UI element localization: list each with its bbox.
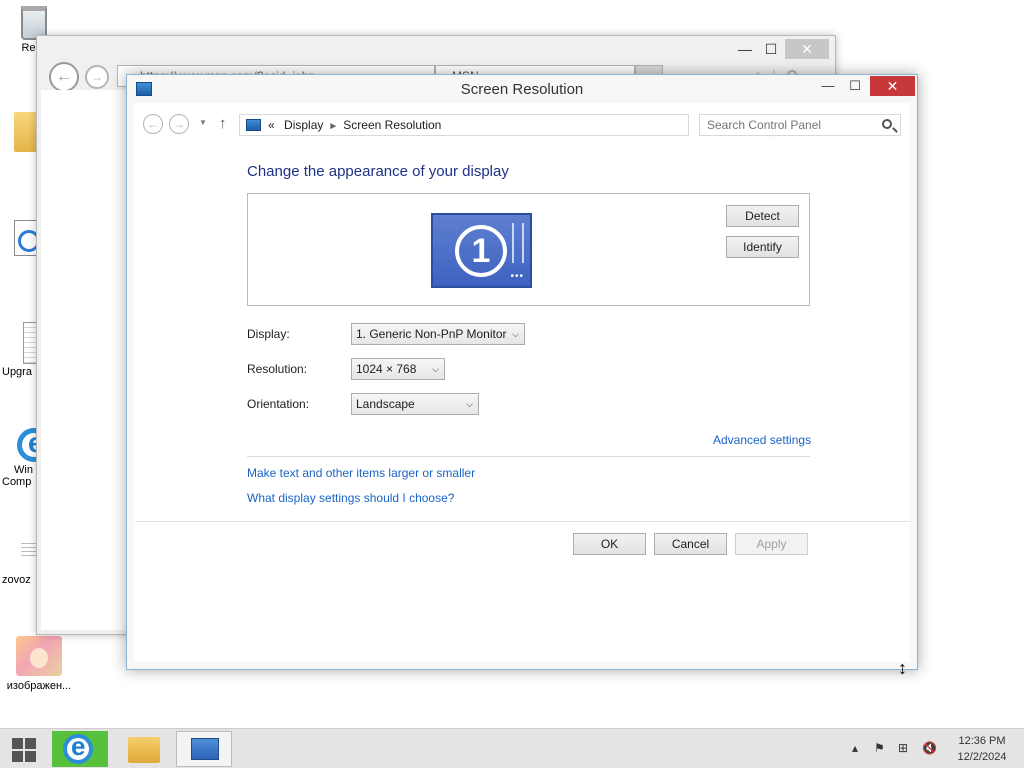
breadcrumb-path: « Display ► Screen Resolution [268,118,441,132]
resolution-select-value: 1024 × 768 [356,362,417,376]
chevron-right-icon: ► [328,121,339,132]
start-button[interactable] [6,734,42,764]
internet-explorer-icon [63,731,93,764]
monitor-taskbar-graphic [512,223,524,263]
breadcrumb-overflow[interactable]: « [268,118,275,132]
windows-logo-icon [25,751,36,762]
advanced-settings-link[interactable]: Advanced settings [713,433,811,447]
taskbar-control-panel[interactable] [176,731,232,767]
display-help-link[interactable]: What display settings should I choose? [247,491,454,505]
taskbar-file-explorer[interactable] [116,731,172,767]
orientation-select[interactable]: Landscape ⌵ [351,393,479,415]
page-title: Change the appearance of your display [247,163,509,180]
clock-time: 12:36 PM [958,735,1006,747]
apply-button: Apply [735,533,808,555]
image-file-icon [16,636,62,676]
taskbar-internet-explorer[interactable] [52,731,108,767]
monitor-1-tile[interactable]: 1 ••• [431,213,532,288]
chevron-down-icon: ⌵ [466,399,473,409]
display-label: Display: [247,327,290,341]
desktop-icon-label: изображен... [6,680,72,692]
windows-logo-icon [12,738,23,749]
display-select-value: 1. Generic Non-PnP Monitor [356,327,507,341]
minimize-button[interactable]: — [815,76,841,96]
system-clock[interactable]: 12:36 PM 12/2/2024 [944,733,1020,765]
breadcrumb[interactable]: « Display►Screen Resolution ⌵ ↻ [239,114,788,137]
ok-button[interactable]: OK [573,533,646,555]
windows-logo-icon [12,751,23,762]
action-center-flag-icon[interactable]: ⚑ [874,741,885,755]
text-size-link[interactable]: Make text and other items larger or smal… [247,466,475,480]
resolution-select[interactable]: 1024 × 768 ⌵ [351,358,445,380]
back-button[interactable]: ← [143,114,163,134]
desktop-icon-image[interactable]: изображен... [0,636,78,692]
navigation-bar: ← → ▼ ↑ « Display►Screen Resolution ⌵ ↻ [135,109,911,139]
recent-pages-dropdown[interactable]: ▼ [199,118,207,127]
breadcrumb-item-screen-resolution[interactable]: Screen Resolution [343,118,441,132]
detect-button[interactable]: Detect [726,205,799,227]
taskbar: ▴ ⚑ ⊞ 🔇 12:36 PM 12/2/2024 [0,728,1024,768]
orientation-label: Orientation: [247,397,310,411]
browser-back-button[interactable]: ← [49,62,79,92]
section-divider [247,456,810,457]
search-input[interactable] [700,115,870,135]
windows-logo-icon [25,738,36,749]
browser-forward-button[interactable]: → [85,65,109,89]
orientation-select-value: Landscape [356,397,415,411]
forward-button[interactable]: → [169,114,189,134]
browser-close-button[interactable]: ✕ [785,39,829,59]
folder-icon [128,737,160,763]
show-hidden-icons-icon[interactable]: ▴ [852,741,858,755]
chevron-down-icon: ⌵ [432,364,439,374]
display-select[interactable]: 1. Generic Non-PnP Monitor ⌵ [351,323,525,345]
window-frame [127,75,917,669]
window-title: Screen Resolution [460,81,584,98]
close-button[interactable]: ✕ [870,76,915,96]
search-box[interactable] [699,114,901,136]
monitor-number: 1 [455,225,507,277]
screen-resolution-window: Screen Resolution — ☐ ✕ ← → ▼ ↑ « Displa… [126,74,918,670]
control-panel-icon [246,119,261,131]
monitor-dots-graphic: ••• [510,271,524,282]
search-icon[interactable] [882,119,892,129]
cancel-button[interactable]: Cancel [654,533,727,555]
clock-date: 12/2/2024 [957,751,1007,763]
network-icon[interactable]: ⊞ [898,741,908,755]
breadcrumb-item-display[interactable]: Display [284,118,323,132]
monitor-arrangement-panel: 1 ••• Detect Identify [247,193,810,306]
identify-button[interactable]: Identify [726,236,799,258]
up-button[interactable]: ↑ [219,115,227,132]
chevron-down-icon: ⌵ [512,329,519,339]
volume-muted-icon[interactable]: 🔇 [922,741,937,755]
control-panel-icon [191,738,219,760]
resolution-label: Resolution: [247,362,308,376]
maximize-button[interactable]: ☐ [842,76,868,96]
footer-divider [135,521,911,522]
resize-cursor-icon: ↕ [898,658,907,678]
